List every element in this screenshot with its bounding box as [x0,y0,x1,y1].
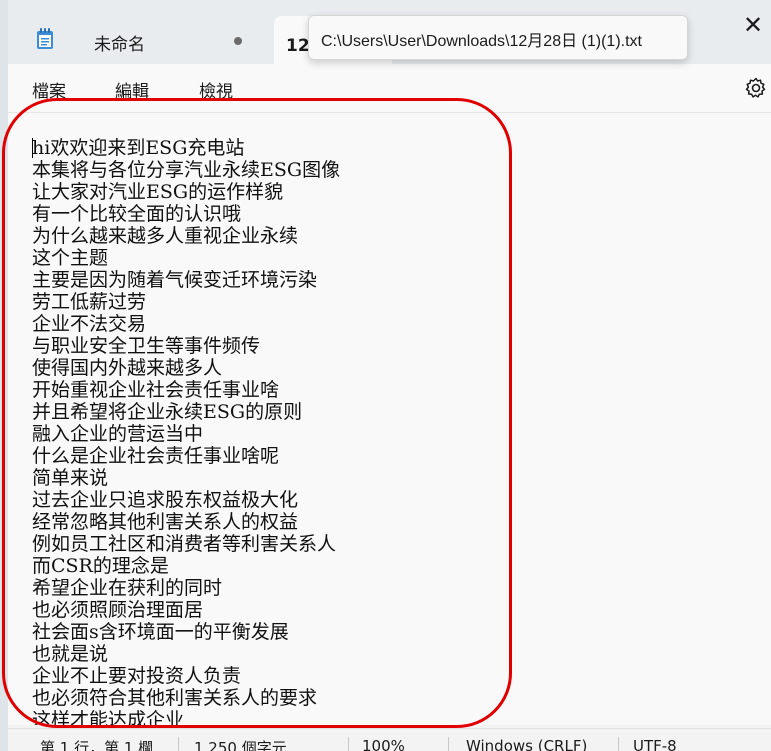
status-encoding[interactable]: UTF-8 [633,737,677,751]
editor-line: 让大家对汽业ESG的运作样貌 [32,181,284,203]
status-bar: 第 1 行，第 1 欄 1,250 個字元 100% Windows (CRLF… [8,728,771,751]
tab-untitled[interactable]: 未命名 [8,16,270,64]
menu-bar: 檔案 編輯 檢視 [8,64,771,113]
menu-file[interactable]: 檔案 [32,77,66,102]
close-icon[interactable]: ✕ [735,8,771,44]
status-divider [178,737,179,751]
tab-label: 未命名 [94,35,145,55]
editor-line: 简单来说 [32,467,109,489]
editor-line: 社会面s含环境面一的平衡发展 [32,621,289,643]
status-zoom[interactable]: 100% [362,737,405,751]
gear-icon[interactable] [744,76,768,100]
editor-line: 而CSR的理念是 [32,555,169,577]
status-divider [348,737,349,751]
editor-line: 也就是说 [32,643,109,665]
editor-line: 企业不法交易 [32,313,147,335]
status-divider [618,737,619,751]
menu-edit[interactable]: 編輯 [115,77,149,102]
notepad-icon [36,28,54,50]
editor-text[interactable]: hi欢欢迎来到ESG充电站 本集将与各位分享汽业永续ESG图像 让大家对汽业ESG的… [32,137,732,725]
editor-line: 什么是企业社会责任事业啥呢 [32,445,280,467]
background-window [0,0,8,751]
text-caret [32,138,33,158]
editor-line: 也必须照顾治理面居 [32,599,204,621]
status-divider [448,737,449,751]
editor-line: 这样才能达成企业 [32,709,185,725]
editor-line: 企业不止要对投资人负责 [32,665,242,687]
menu-view[interactable]: 檢視 [199,77,233,102]
editor-line: hi欢欢迎来到ESG充电站 [32,137,245,159]
editor-line: 使得国内外越来越多人 [32,357,223,379]
notepad-window: 未命名 12月 ✕ C:\Users\User\Downloads\12月28日… [8,0,771,751]
editor-line: 有一个比较全面的认识哦 [32,203,242,225]
editor-line: 也必须符合其他利害关系人的要求 [32,687,318,709]
editor-line: 融入企业的营运当中 [32,423,204,445]
editor-line: 为什么越来越多人重视企业永续 [32,225,299,247]
editor-line: 这个主题 [32,247,109,269]
editor-line: 例如员工社区和消费者等利害关系人 [32,533,337,555]
editor-line: 过去企业只追求股东权益极大化 [32,489,299,511]
editor-line: 希望企业在获利的同时 [32,577,223,599]
editor-line: 本集将与各位分享汽业永续ESG图像 [32,159,341,181]
editor-line: 经常忽略其他利害关系人的权益 [32,511,299,533]
editor-line: 劳工低薪过劳 [32,291,147,313]
editor-line: 与职业安全卫生等事件频传 [32,335,261,357]
status-char-count: 1,250 個字元 [194,739,287,751]
status-position: 第 1 行，第 1 欄 [40,739,154,751]
file-path-tooltip: C:\Users\User\Downloads\12月28日 (1)(1).tx… [308,15,688,60]
status-line-ending[interactable]: Windows (CRLF) [466,737,587,751]
unsaved-dot-icon [234,37,242,45]
editor-line: 并且希望将企业永续ESG的原则 [32,401,303,423]
text-editor[interactable]: hi欢欢迎来到ESG充电站 本集将与各位分享汽业永续ESG图像 让大家对汽业ESG的… [8,113,771,725]
editor-line: 开始重视企业社会责任事业啥 [32,379,280,401]
editor-line: 主要是因为随着气候变迁环境污染 [32,269,318,291]
